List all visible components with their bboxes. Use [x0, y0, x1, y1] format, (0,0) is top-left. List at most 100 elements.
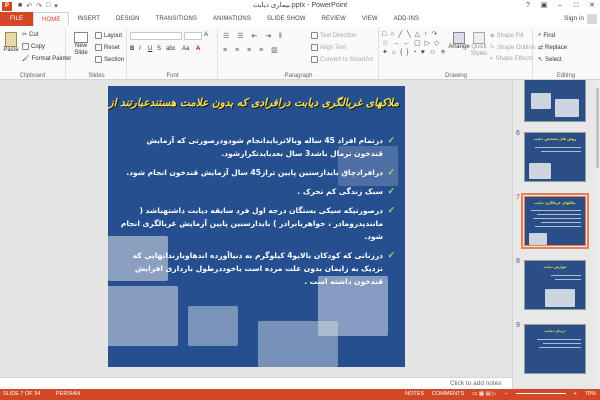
font-size-combo[interactable]	[184, 32, 202, 40]
thumbnail-title: عوارض دیابت	[543, 265, 567, 269]
ribbon-display-options-icon[interactable]: ▣	[536, 0, 552, 12]
help-icon[interactable]: ?	[520, 0, 536, 12]
avatar[interactable]	[587, 14, 597, 24]
char-spacing-button[interactable]: abc	[166, 46, 176, 52]
quick-styles-button[interactable]: Quick Styles	[468, 32, 490, 58]
shape-outline-button[interactable]: ✎ Shape Outline	[490, 44, 535, 52]
new-slide-button[interactable]: New Slide	[70, 32, 92, 57]
status-bar: SLIDE 7 OF 34 PERSIAN NOTES COMMENTS ▭ ▦…	[0, 389, 600, 400]
change-case-button[interactable]: Aa	[182, 46, 189, 52]
thumbnail-slide-7[interactable]: ملاکهای غربالگری دیابت	[521, 193, 589, 249]
tab-home[interactable]: HOME	[33, 12, 70, 26]
replace-icon: ⇄	[538, 45, 544, 51]
strikethrough-button[interactable]: S	[157, 46, 161, 52]
thumbnail-slide-6[interactable]: روش های تشخیص دیابت	[524, 132, 586, 182]
slide-title[interactable]: ملاکهای غربالگری دیابت درافرادی که بدون …	[108, 97, 399, 109]
group-drawing: □ ○ ╱ ╲ △ ↑ ↷ ☆ → ← ▢ ▷ ◇ ✦ ⌂ { } ◔ ♥ ☺ …	[380, 28, 535, 80]
thumbnail-slide-9[interactable]: درمان دیابت	[524, 324, 586, 374]
view-buttons-icon[interactable]: ▭ ▦ ▤ ▷	[472, 391, 496, 397]
copy-label: Copy	[31, 43, 46, 50]
bullet-text: درزنانی که کودکان بالایو4 کیلوگرم به دنی…	[132, 251, 383, 286]
zoom-slider[interactable]	[515, 392, 566, 394]
align-text-button[interactable]: Align Text	[311, 44, 346, 51]
tab-slide-show[interactable]: SLIDE SHOW	[259, 12, 314, 26]
shape-effects-label: Shape Effects	[495, 56, 533, 62]
comments-button[interactable]: COMMENTS	[432, 391, 464, 397]
replace-button[interactable]: ⇄ Replace	[538, 44, 567, 52]
paste-button[interactable]: Paste	[2, 32, 20, 53]
minimize-button[interactable]: –	[552, 0, 568, 12]
copy-button[interactable]: Copy	[22, 43, 45, 50]
text-direction-button[interactable]: Text Direction	[311, 32, 356, 39]
bullets-icon[interactable]: ☰ ☰ ⇤ ⇥ ‖	[223, 32, 285, 40]
thumbnail-title: درمان دیابت	[544, 329, 566, 333]
shape-fill-button[interactable]: ◈ Shape Fill	[490, 32, 524, 40]
tab-review[interactable]: REVIEW	[314, 12, 354, 26]
notes-pane[interactable]: Click to add notes	[0, 377, 512, 389]
notes-placeholder[interactable]: Click to add notes	[450, 380, 502, 387]
thumbnail-slide-8[interactable]: عوارض دیابت	[524, 260, 586, 310]
tab-transitions[interactable]: TRANSITIONS	[148, 12, 205, 26]
arrange-button[interactable]: Arrange	[448, 32, 470, 50]
zoom-level[interactable]: 70%	[585, 391, 596, 397]
thumbnail-text-line	[551, 275, 581, 276]
thumbnail-text-line	[539, 347, 581, 348]
sign-in-link[interactable]: Sign in	[564, 15, 584, 22]
cut-button[interactable]: ✂ Cut	[22, 31, 38, 39]
checkmark-icon: ✓	[387, 250, 395, 260]
thumbnail-text-line	[535, 147, 581, 148]
tab-view[interactable]: VIEW	[354, 12, 386, 26]
thumbnail-text-line	[535, 226, 581, 227]
italic-button[interactable]: I	[139, 46, 141, 52]
format-painter-button[interactable]: 🖌 Format Painter	[22, 55, 71, 63]
text-direction-label: Text Direction	[320, 32, 357, 39]
language-indicator[interactable]: PERSIAN	[56, 391, 80, 397]
clear-formatting-button[interactable]: A	[204, 32, 208, 38]
underline-button[interactable]: U	[148, 46, 152, 52]
tab-animations[interactable]: ANIMATIONS	[205, 12, 259, 26]
align-text-icon	[311, 44, 318, 51]
redo-icon[interactable]: ↷	[36, 2, 42, 10]
notes-button[interactable]: NOTES	[405, 391, 424, 397]
group-editing: ⌕ Find ⇄ Replace ↖ Select Editing	[534, 28, 598, 80]
convert-smartart-button[interactable]: Convert to SmartArt	[311, 56, 373, 63]
customize-qat-icon[interactable]: ▾	[54, 2, 58, 10]
zoom-out-icon[interactable]: −	[505, 391, 508, 397]
shape-fill-label: Shape Fill	[496, 32, 524, 39]
layout-button[interactable]: Layout	[95, 32, 122, 39]
close-button[interactable]: ✕	[584, 0, 600, 12]
layout-label: Layout	[104, 32, 123, 39]
current-slide[interactable]: ملاکهای غربالگری دیابت درافرادی که بدون …	[108, 86, 405, 367]
reset-button[interactable]: Reset	[95, 44, 120, 51]
start-slideshow-icon[interactable]: □	[46, 2, 50, 10]
thumbnail-text-line	[537, 214, 581, 215]
bold-button[interactable]: B	[130, 46, 134, 52]
scrollbar-thumb[interactable]	[596, 88, 599, 168]
section-button[interactable]: Section	[95, 56, 124, 63]
slide-bullet-list[interactable]: ✓ درتمام افراد 45 ساله وبالاتربایدانجام …	[120, 134, 395, 294]
save-icon[interactable]: ■	[18, 2, 22, 10]
quick-access-toolbar: ■ ↶ ↷ □ ▾	[18, 2, 58, 10]
font-color-button[interactable]: A	[196, 46, 200, 52]
select-button[interactable]: ↖ Select	[538, 56, 562, 64]
tab-design[interactable]: DESIGN	[108, 12, 148, 26]
sugar-cube-decoration	[188, 306, 238, 346]
shapes-gallery[interactable]: □ ○ ╱ ╲ △ ↑ ↷ ☆ → ← ▢ ▷ ◇ ✦ ⌂ { } ◔ ♥ ☺ …	[382, 30, 448, 66]
maximize-button[interactable]: □	[568, 0, 584, 12]
undo-icon[interactable]: ↶	[26, 2, 32, 10]
tab-insert[interactable]: INSERT	[69, 12, 108, 26]
tab-add-ins[interactable]: ADD-INS	[386, 12, 427, 26]
thumbnails-scrollbar[interactable]	[595, 80, 600, 389]
tab-file[interactable]: FILE	[0, 12, 34, 26]
thumbnail-text-line	[543, 343, 581, 344]
thumbnail-slide-5[interactable]	[524, 80, 586, 122]
clipboard-group-label: Clipboard	[19, 73, 46, 79]
effects-icon: ◐	[490, 56, 494, 62]
find-button[interactable]: ⌕ Find	[538, 32, 555, 39]
align-icons[interactable]: ≡ ≡ ≡ ≡ ▥	[223, 46, 281, 54]
thumbnail-number: 6	[516, 130, 520, 137]
shape-effects-button[interactable]: ◐ Shape Effects	[490, 56, 533, 62]
font-name-combo[interactable]	[130, 32, 182, 40]
zoom-in-icon[interactable]: +	[574, 391, 577, 397]
reset-icon	[95, 44, 102, 51]
